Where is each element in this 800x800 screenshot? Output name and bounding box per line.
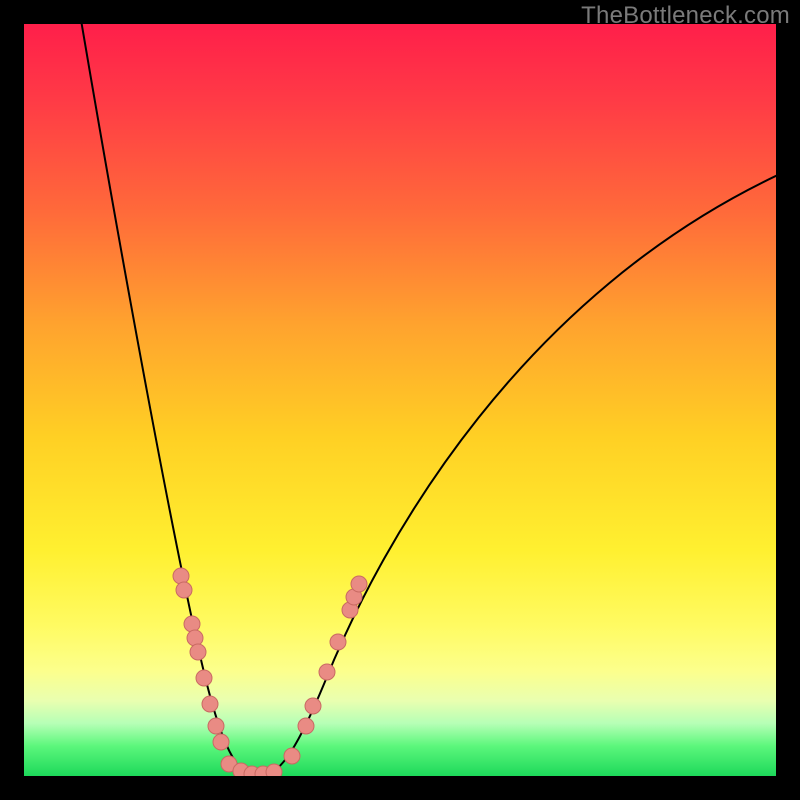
data-dot xyxy=(184,616,200,632)
data-dot xyxy=(202,696,218,712)
data-dot xyxy=(208,718,224,734)
data-dot xyxy=(190,644,206,660)
data-dot xyxy=(266,764,282,776)
watermark-text: TheBottleneck.com xyxy=(581,2,790,30)
left-curve xyxy=(80,24,259,776)
data-dot xyxy=(298,718,314,734)
data-dot xyxy=(319,664,335,680)
data-dot xyxy=(213,734,229,750)
data-dot xyxy=(330,634,346,650)
right-curve xyxy=(264,174,776,776)
data-dot xyxy=(187,630,203,646)
chart-plot-area xyxy=(24,24,776,776)
dot-group-right xyxy=(284,576,367,764)
data-dot xyxy=(305,698,321,714)
data-dot xyxy=(176,582,192,598)
data-dot xyxy=(284,748,300,764)
data-dot xyxy=(173,568,189,584)
data-dot xyxy=(196,670,212,686)
dot-group-valley xyxy=(233,763,282,776)
data-dot xyxy=(351,576,367,592)
chart-svg xyxy=(24,24,776,776)
dot-group-left xyxy=(173,568,237,772)
